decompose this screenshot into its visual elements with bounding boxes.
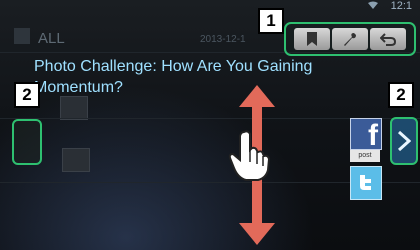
screen: 12:1 ALL 2013-12-1 Photo Challenge: How … [0, 0, 420, 250]
wifi-icon [368, 1, 378, 9]
tune-button[interactable] [332, 28, 368, 50]
thumbnail [62, 148, 90, 172]
back-icon [380, 33, 396, 46]
scroll-right-tab[interactable] [390, 117, 418, 165]
thumbnail [60, 96, 88, 120]
bookmark-icon [307, 32, 317, 46]
back-button[interactable] [370, 28, 406, 50]
feed-date: 2013-12-1 [200, 34, 246, 45]
toolbar [284, 22, 416, 56]
twitter-share-button[interactable] [350, 166, 382, 200]
callout-scroll-right: 2 [388, 82, 414, 108]
feed-filter-label: ALL [38, 30, 65, 47]
chevron-right-icon [397, 130, 411, 152]
callout-scroll-left: 2 [14, 82, 40, 108]
post-title[interactable]: Photo Challenge: How Are You Gaining Mom… [34, 56, 364, 98]
hand-swipe-icon [228, 130, 271, 181]
facebook-icon: f [368, 119, 378, 152]
callout-toolbar: 1 [258, 8, 284, 34]
facebook-share-button[interactable]: f [350, 118, 382, 152]
tune-icon [344, 33, 356, 46]
twitter-icon [360, 175, 371, 190]
scroll-left-tab[interactable] [12, 119, 42, 165]
clock: 12:1 [390, 0, 412, 12]
feed-icon [14, 28, 30, 44]
post-label: post [350, 150, 380, 162]
bookmark-button[interactable] [294, 28, 330, 50]
